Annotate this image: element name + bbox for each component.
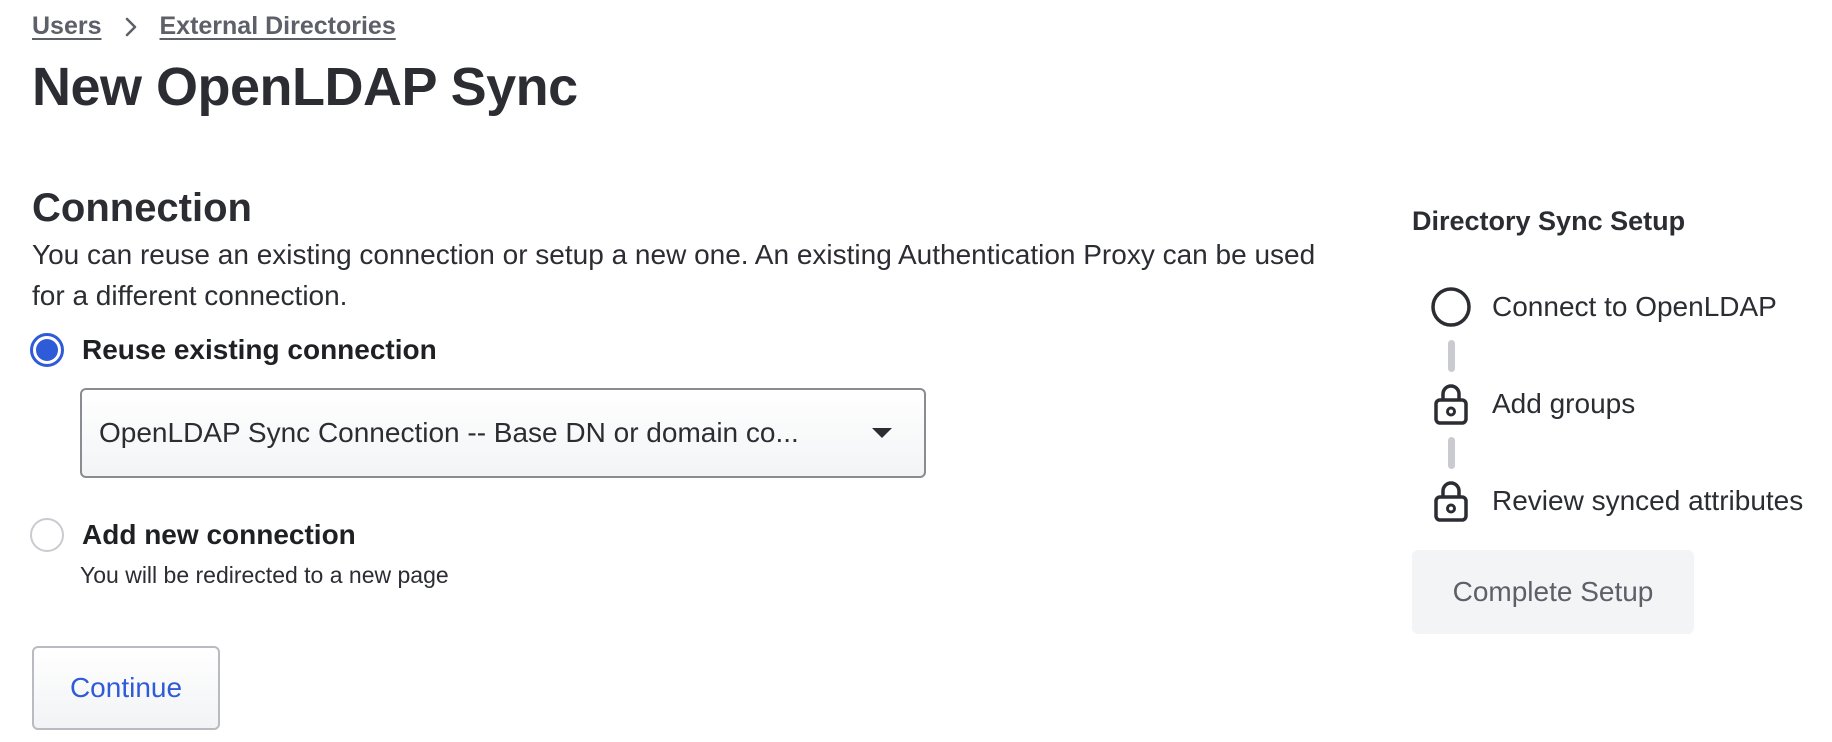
connection-select[interactable]: OpenLDAP Sync Connection -- Base DN or d… bbox=[80, 388, 926, 478]
step-review-synced-attributes: Review synced attributes bbox=[1430, 480, 1803, 522]
step-label: Add groups bbox=[1492, 388, 1636, 419]
lock-icon bbox=[1430, 480, 1472, 522]
sidebar-title: Directory Sync Setup bbox=[1412, 206, 1686, 236]
circle-icon bbox=[1430, 286, 1472, 328]
add-new-helper-text: You will be redirected to a new page bbox=[80, 562, 449, 588]
radio-option-reuse-existing[interactable]: Reuse existing connection bbox=[30, 333, 437, 367]
step-label: Review synced attributes bbox=[1492, 485, 1804, 516]
radio-button-checked[interactable] bbox=[30, 333, 64, 367]
lock-icon bbox=[1430, 383, 1472, 425]
step-label: Connect to OpenLDAP bbox=[1492, 291, 1777, 322]
chevron-right-icon bbox=[124, 16, 138, 38]
breadcrumb: Users External Directories bbox=[32, 12, 396, 41]
complete-setup-button[interactable]: Complete Setup bbox=[1412, 550, 1694, 634]
radio-option-add-new[interactable]: Add new connection bbox=[30, 518, 356, 552]
step-add-groups: Add groups bbox=[1430, 383, 1635, 425]
continue-button[interactable]: Continue bbox=[32, 646, 220, 730]
breadcrumb-link-users[interactable]: Users bbox=[32, 12, 102, 41]
radio-label-add-new: Add new connection bbox=[82, 519, 356, 550]
page-title: New OpenLDAP Sync bbox=[32, 57, 578, 117]
step-connector bbox=[1448, 437, 1455, 469]
connection-select-value: OpenLDAP Sync Connection -- Base DN or d… bbox=[99, 417, 799, 448]
caret-down-icon bbox=[852, 426, 912, 440]
section-description: You can reuse an existing connection or … bbox=[32, 239, 1316, 311]
radio-dot bbox=[36, 339, 58, 361]
section-title-connection: Connection bbox=[32, 186, 252, 230]
step-connector bbox=[1448, 340, 1455, 372]
step-connect-to-openldap: Connect to OpenLDAP bbox=[1430, 286, 1777, 328]
radio-button-unchecked[interactable] bbox=[30, 518, 64, 552]
breadcrumb-link-external-directories[interactable]: External Directories bbox=[160, 12, 396, 41]
radio-label-reuse-existing: Reuse existing connection bbox=[82, 334, 437, 365]
page: Users External Directories New OpenLDAP … bbox=[0, 0, 1832, 742]
